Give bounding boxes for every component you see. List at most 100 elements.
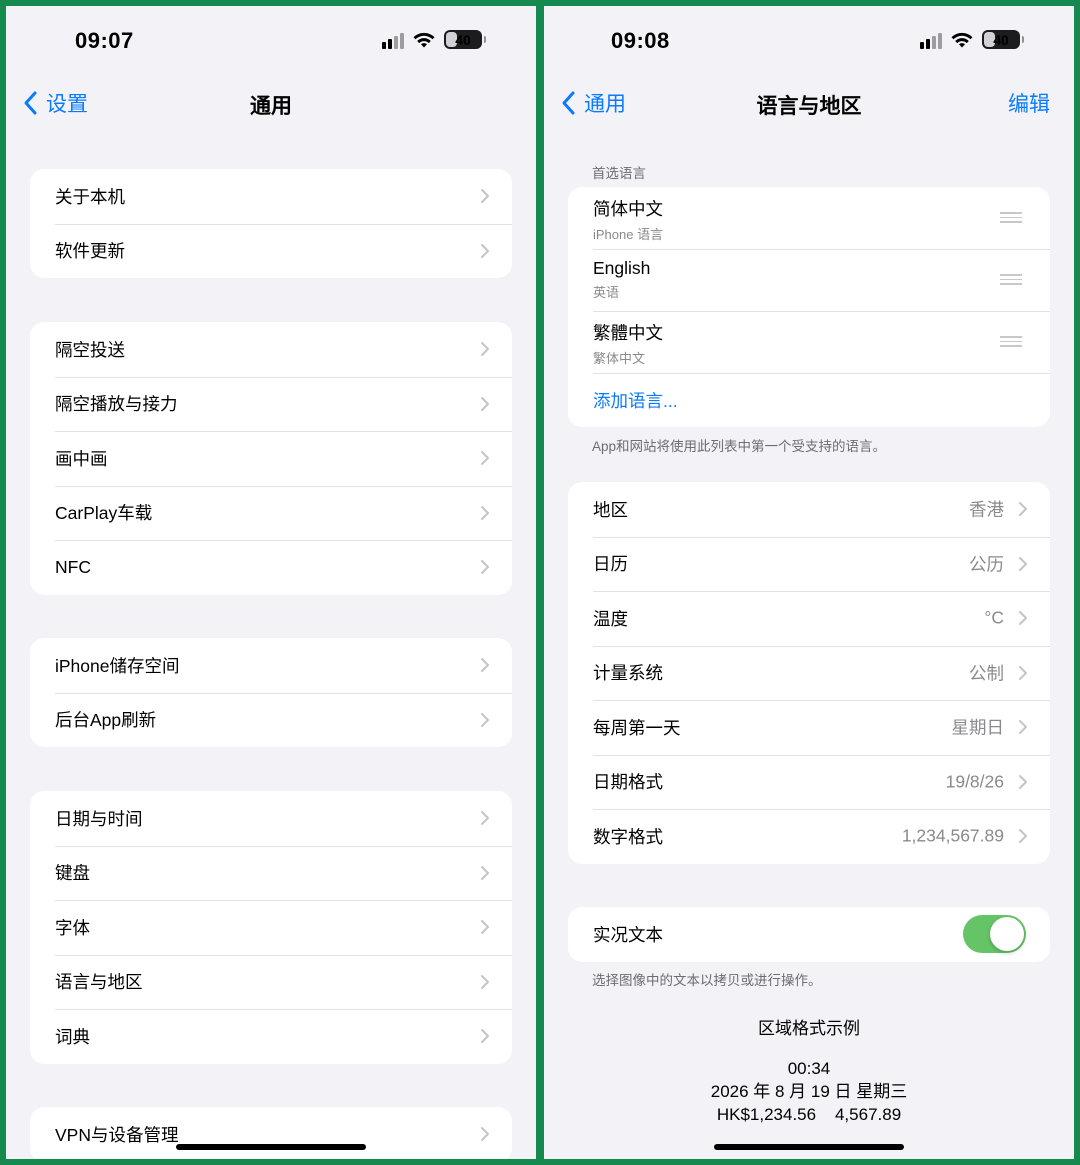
chevron-right-icon (481, 974, 489, 989)
region-setting-row[interactable]: 日历 公历 (568, 536, 1050, 592)
settings-row[interactable]: 语言与地区 (30, 954, 512, 1010)
settings-row[interactable]: VPN与设备管理 (30, 1107, 512, 1159)
region-setting-row[interactable]: 地区 香港 (568, 482, 1050, 537)
settings-row-label: 隔空投送 (55, 339, 125, 360)
language-name: English (593, 258, 651, 278)
cellular-signal-icon (382, 31, 404, 49)
settings-row[interactable]: 关于本机 (30, 169, 512, 224)
navigation-bar: 通用 语言与地区 编辑 (544, 76, 1074, 132)
settings-row[interactable]: 字体 (30, 900, 512, 955)
settings-group-system: 日期与时间 键盘 字体语言与地区词典 (30, 791, 512, 1064)
chevron-right-icon (481, 560, 489, 575)
settings-group-about: 关于本机软件更新 (30, 169, 512, 278)
settings-row[interactable]: 隔空播放与接力 (30, 376, 512, 432)
status-time: 09:08 (611, 28, 670, 53)
chevron-right-icon (481, 189, 489, 204)
region-setting-row[interactable]: 温度 °C (568, 591, 1050, 646)
wifi-icon (413, 32, 435, 47)
language-row[interactable]: English 英语 (568, 249, 1050, 311)
settings-row[interactable]: 隔空投送 (30, 322, 512, 377)
region-setting-value: 星期日 (951, 717, 1005, 738)
chevron-right-icon (1019, 502, 1027, 517)
settings-row[interactable]: iPhone储存空间 (30, 638, 512, 693)
chevron-right-icon (481, 658, 489, 673)
settings-row-label: iPhone储存空间 (55, 655, 180, 676)
settings-row-label: CarPlay车载 (55, 503, 153, 524)
region-setting-label: 每周第一天 (593, 717, 681, 738)
region-setting-row[interactable]: 每周第一天 星期日 (568, 700, 1050, 755)
region-setting-label: 地区 (593, 499, 628, 520)
chevron-right-icon (481, 396, 489, 411)
settings-row[interactable]: 软件更新 (30, 223, 512, 279)
settings-row-label: VPN与设备管理 (55, 1124, 179, 1145)
status-time: 09:07 (75, 28, 134, 53)
add-language-button[interactable]: 添加语言... (568, 373, 1050, 427)
right-screen: 09:08 40 通用 语言与地区 编辑 首选语言 简体中文 iPhone 语言 E… (544, 6, 1074, 1159)
language-row[interactable]: 繁體中文 繁体中文 (568, 311, 1050, 373)
reorder-handle-icon[interactable] (1000, 212, 1022, 226)
settings-row[interactable]: 词典 (30, 1009, 512, 1064)
region-format-example: 区域格式示例 00:34 2026 年 8 月 19 日 星期三 HK$1,23… (544, 1014, 1074, 1126)
settings-row[interactable]: 画中画 (30, 431, 512, 486)
region-setting-row[interactable]: 日期格式 19/8/26 (568, 754, 1050, 810)
format-example-time: 00:34 (787, 1059, 831, 1078)
settings-row-label: NFC (55, 556, 91, 577)
format-example-numbers: HK$1,234.56 4,567.89 (716, 1105, 902, 1124)
region-setting-row[interactable]: 计量系统 公制 (568, 645, 1050, 701)
settings-row[interactable]: 后台App刷新 (30, 692, 512, 748)
home-indicator[interactable] (714, 1144, 904, 1150)
region-settings-group: 地区 香港 日历 公历 温度 °C 计量系统 公制 每周第一天 星期日 日期格式 19/8/26 数字格… (568, 482, 1050, 864)
region-setting-value: 公历 (969, 554, 1004, 575)
chevron-right-icon (1019, 665, 1027, 680)
settings-row-label: 关于本机 (55, 186, 125, 207)
language-subtitle: iPhone 语言 (593, 227, 664, 242)
battery-level: 40 (993, 31, 1009, 48)
navigation-bar: 设置 通用 (6, 76, 536, 132)
region-setting-label: 日历 (593, 554, 628, 575)
battery-icon: 40 (444, 30, 486, 49)
chevron-right-icon (481, 920, 489, 935)
edit-button[interactable]: 编辑 (1008, 88, 1050, 118)
region-setting-label: 数字格式 (593, 826, 663, 847)
settings-row-label: 语言与地区 (55, 972, 143, 993)
settings-row-label: 画中画 (55, 448, 108, 469)
region-setting-value: 19/8/26 (945, 771, 1004, 792)
home-indicator[interactable] (176, 1144, 366, 1150)
preferred-languages-header: 首选语言 (592, 166, 646, 181)
settings-row[interactable]: CarPlay车载 (30, 485, 512, 541)
format-example-title: 区域格式示例 (758, 1019, 860, 1038)
languages-footnote: App和网站将使用此列表中第一个受支持的语言。 (592, 439, 887, 454)
chevron-right-icon (481, 1127, 489, 1142)
status-bar: 09:08 40 (544, 6, 1074, 76)
settings-row[interactable]: NFC (30, 540, 512, 595)
battery-level: 40 (455, 31, 471, 48)
language-subtitle: 英语 (593, 285, 620, 300)
chevron-right-icon (1019, 829, 1027, 844)
region-setting-row[interactable]: 数字格式 1,234,567.89 (568, 809, 1050, 864)
region-setting-value: 香港 (969, 499, 1004, 520)
settings-row-label: 隔空播放与接力 (55, 394, 178, 415)
region-setting-label: 温度 (593, 608, 628, 629)
settings-row[interactable]: 日期与时间 (30, 791, 512, 846)
reorder-handle-icon[interactable] (1000, 336, 1022, 350)
settings-row-label: 词典 (55, 1026, 90, 1047)
chevron-right-icon (481, 1029, 489, 1044)
chevron-right-icon (1019, 556, 1027, 571)
preferred-languages-list: 简体中文 iPhone 语言 English 英语繁體中文 繁体中文 添加语言... (568, 187, 1050, 427)
format-example-date: 2026 年 8 月 19 日 星期三 (710, 1082, 908, 1101)
status-icons: 40 (382, 30, 486, 49)
battery-icon: 40 (982, 30, 1024, 49)
cellular-signal-icon (920, 31, 942, 49)
live-text-label: 实况文本 (593, 924, 663, 945)
chevron-right-icon (1019, 774, 1027, 789)
settings-row[interactable]: 键盘 (30, 845, 512, 901)
reorder-handle-icon[interactable] (1000, 274, 1022, 288)
live-text-toggle[interactable] (963, 915, 1026, 954)
chevron-right-icon (1019, 611, 1027, 626)
chevron-right-icon (481, 811, 489, 826)
status-icons: 40 (920, 30, 1024, 49)
chevron-right-icon (481, 865, 489, 880)
wifi-icon (951, 32, 973, 47)
language-subtitle: 繁体中文 (593, 351, 646, 366)
language-row[interactable]: 简体中文 iPhone 语言 (568, 187, 1050, 249)
